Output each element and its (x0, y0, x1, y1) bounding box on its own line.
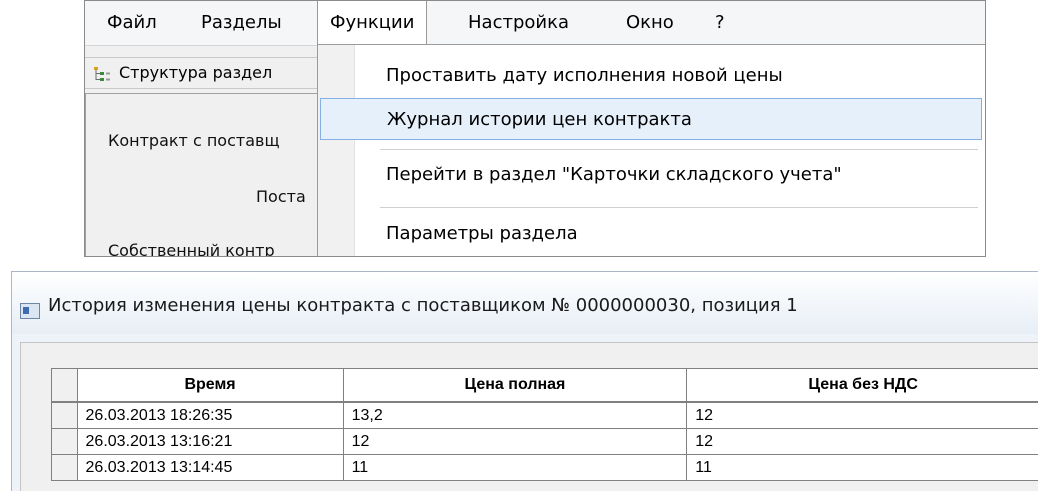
menu-settings[interactable]: Настройка (468, 1, 569, 45)
cell-full-price[interactable]: 12 (343, 429, 687, 455)
tree-structure-icon (93, 65, 111, 83)
form-label-own-contract: Собственный контр (108, 241, 275, 257)
cell-full-price[interactable]: 13,2 (343, 402, 687, 429)
menu-separator (380, 207, 978, 208)
row-header-cell[interactable] (52, 455, 78, 481)
menu-file[interactable]: Файл (107, 1, 157, 45)
menu-item-set-price-date[interactable]: Проставить дату исполнения новой цены (318, 55, 986, 97)
menu-item-label: Журнал истории цен контракта (387, 99, 692, 141)
table-row[interactable]: 26.03.2013 13:16:21 12 12 (52, 429, 1038, 455)
form-label-supplier: Поста (256, 187, 306, 206)
cell-price-without-vat[interactable]: 12 (687, 429, 1038, 455)
menu-item-label: Перейти в раздел "Карточки складского уч… (386, 154, 842, 196)
menu-sections[interactable]: Разделы (201, 1, 282, 45)
menu-item-go-to-stock-cards[interactable]: Перейти в раздел "Карточки складского уч… (318, 154, 986, 196)
menu-help[interactable]: ? (715, 1, 725, 45)
menu-bar: Файл Разделы Функции Настройка Окно ? (85, 1, 985, 46)
column-header-price-without-vat[interactable]: Цена без НДС (687, 369, 1038, 403)
toolbar-structure-button[interactable]: Структура раздел (119, 58, 272, 88)
toolbar: Структура раздел (85, 57, 327, 89)
column-header-time[interactable]: Время (77, 369, 343, 403)
cell-price-without-vat[interactable]: 12 (687, 402, 1038, 429)
cell-time[interactable]: 26.03.2013 13:14:45 (77, 455, 343, 481)
table-row[interactable]: 26.03.2013 13:14:45 11 11 (52, 455, 1038, 481)
menu-item-label: Параметры раздела (386, 213, 578, 255)
price-history-grid: Время Цена полная Цена без НДС 26.03.201… (51, 368, 1038, 481)
cell-full-price[interactable]: 11 (343, 455, 687, 481)
menu-item-section-parameters[interactable]: Параметры раздела (318, 213, 986, 255)
functions-dropdown-menu: Проставить дату исполнения новой цены Жу… (317, 44, 986, 257)
window-app-icon (20, 303, 40, 319)
menu-window[interactable]: Окно (626, 1, 674, 45)
cell-time[interactable]: 26.03.2013 13:16:21 (77, 429, 343, 455)
form-area: Контракт с поставщ Поста Собственный кон… (85, 93, 330, 257)
row-header-cell[interactable] (52, 402, 78, 429)
row-header-cell[interactable] (52, 429, 78, 455)
window-title: История изменения цены контракта с поста… (48, 295, 798, 316)
app-window-top: Файл Разделы Функции Настройка Окно ? Ст… (84, 0, 986, 257)
menu-item-price-history-log[interactable]: Журнал истории цен контракта (320, 98, 982, 140)
form-label-contract: Контракт с поставщ (108, 131, 280, 150)
window-titlebar[interactable]: История изменения цены контракта с поста… (12, 272, 1038, 334)
price-history-window: История изменения цены контракта с поста… (11, 271, 1038, 491)
grid-corner-cell (52, 369, 78, 403)
column-header-full-price[interactable]: Цена полная (343, 369, 687, 403)
menu-separator (380, 149, 978, 150)
cell-price-without-vat[interactable]: 11 (687, 455, 1038, 481)
cell-time[interactable]: 26.03.2013 18:26:35 (77, 402, 343, 429)
menu-item-label: Проставить дату исполнения новой цены (386, 55, 783, 97)
grid-header-row: Время Цена полная Цена без НДС (52, 369, 1038, 403)
window-client-area: Время Цена полная Цена без НДС 26.03.201… (20, 342, 1038, 491)
menu-functions[interactable]: Функции (317, 0, 427, 45)
table-row[interactable]: 26.03.2013 18:26:35 13,2 12 (52, 402, 1038, 429)
